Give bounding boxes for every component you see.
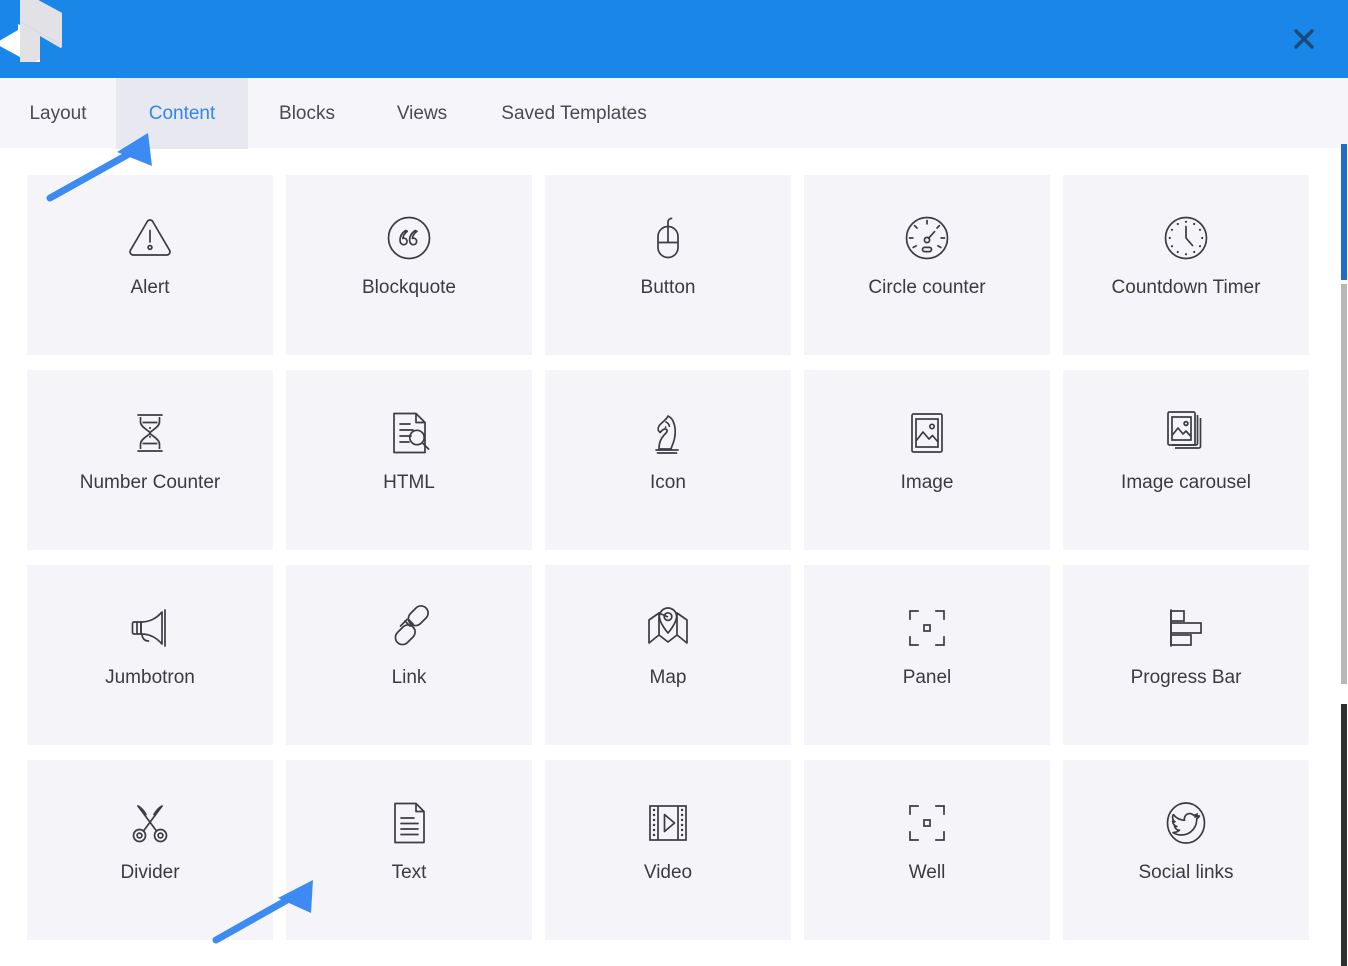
component-card-image[interactable]: Image (804, 370, 1050, 550)
tab-bar: Layout Content Blocks Views Saved Templa… (0, 78, 1348, 149)
tab-layout[interactable]: Layout (0, 78, 116, 149)
component-card-label: Panel (903, 667, 952, 690)
component-card-map[interactable]: Map (545, 565, 791, 745)
blockquote-icon (383, 207, 435, 269)
component-card-label: Blockquote (362, 277, 456, 300)
crop-frame-icon (901, 597, 953, 659)
hourglass-icon (124, 402, 176, 464)
component-card-number-counter[interactable]: Number Counter (27, 370, 273, 550)
component-card-countdown-timer[interactable]: Countdown Timer (1063, 175, 1309, 355)
clock-icon (1160, 207, 1212, 269)
megaphone-icon (124, 597, 176, 659)
component-card-label: Well (909, 862, 946, 885)
component-card-label: Number Counter (80, 472, 220, 495)
crop-frame-icon (901, 792, 953, 854)
text-document-icon (383, 792, 435, 854)
component-card-label: Social links (1138, 862, 1233, 885)
component-card-label: Link (392, 667, 427, 690)
component-grid: Alert Blockquote Button Circle counter (0, 150, 1348, 940)
component-card-html[interactable]: HTML (286, 370, 532, 550)
component-card-label: Progress Bar (1131, 667, 1242, 690)
progress-bars-icon (1160, 597, 1212, 659)
close-icon[interactable] (1288, 23, 1320, 55)
mouse-icon (642, 207, 694, 269)
vertical-scrollbar[interactable] (1341, 144, 1348, 966)
picture-stack-icon (1160, 402, 1212, 464)
scrollbar-track-lower[interactable] (1341, 284, 1347, 684)
chain-link-icon (383, 597, 435, 659)
document-search-icon (383, 402, 435, 464)
component-card-label: Countdown Timer (1112, 277, 1261, 300)
scissors-icon (124, 792, 176, 854)
component-card-circle-counter[interactable]: Circle counter (804, 175, 1050, 355)
component-card-image-carousel[interactable]: Image carousel (1063, 370, 1309, 550)
slider-revolution-logo-icon (0, 0, 62, 78)
component-card-text[interactable]: Text (286, 760, 532, 940)
alert-triangle-icon (124, 207, 176, 269)
scrollbar-track[interactable] (1341, 144, 1348, 966)
component-card-label: HTML (383, 472, 435, 495)
component-card-label: Circle counter (868, 277, 985, 300)
component-card-link[interactable]: Link (286, 565, 532, 745)
component-card-well[interactable]: Well (804, 760, 1050, 940)
component-card-social-links[interactable]: Social links (1063, 760, 1309, 940)
component-card-label: Image carousel (1121, 472, 1251, 495)
chess-knight-icon (642, 402, 694, 464)
component-card-label: Divider (120, 862, 179, 885)
modal-header (0, 0, 1348, 78)
film-play-icon (642, 792, 694, 854)
tab-views[interactable]: Views (366, 78, 478, 149)
component-card-button[interactable]: Button (545, 175, 791, 355)
tab-content[interactable]: Content (116, 78, 248, 149)
component-card-label: Text (392, 862, 427, 885)
component-card-icon[interactable]: Icon (545, 370, 791, 550)
scrollbar-track-dark[interactable] (1341, 704, 1347, 966)
tab-saved-templates[interactable]: Saved Templates (478, 78, 670, 149)
picture-icon (901, 402, 953, 464)
component-picker-modal: Layout Content Blocks Views Saved Templa… (0, 0, 1348, 966)
component-card-label: Button (641, 277, 696, 300)
component-card-label: Alert (130, 277, 169, 300)
component-card-label: Image (901, 472, 954, 495)
component-grid-container: Alert Blockquote Button Circle counter (0, 150, 1348, 966)
component-card-panel[interactable]: Panel (804, 565, 1050, 745)
component-card-divider[interactable]: Divider (27, 760, 273, 940)
tab-blocks[interactable]: Blocks (248, 78, 366, 149)
twitter-bird-icon (1160, 792, 1212, 854)
component-card-label: Jumbotron (105, 667, 195, 690)
component-card-progress-bar[interactable]: Progress Bar (1063, 565, 1309, 745)
component-card-blockquote[interactable]: Blockquote (286, 175, 532, 355)
component-card-video[interactable]: Video (545, 760, 791, 940)
component-card-label: Video (644, 862, 692, 885)
component-card-label: Map (650, 667, 687, 690)
component-card-alert[interactable]: Alert (27, 175, 273, 355)
component-card-jumbotron[interactable]: Jumbotron (27, 565, 273, 745)
component-card-label: Icon (650, 472, 686, 495)
map-pin-icon (642, 597, 694, 659)
scrollbar-thumb[interactable] (1341, 144, 1347, 280)
gauge-icon (901, 207, 953, 269)
